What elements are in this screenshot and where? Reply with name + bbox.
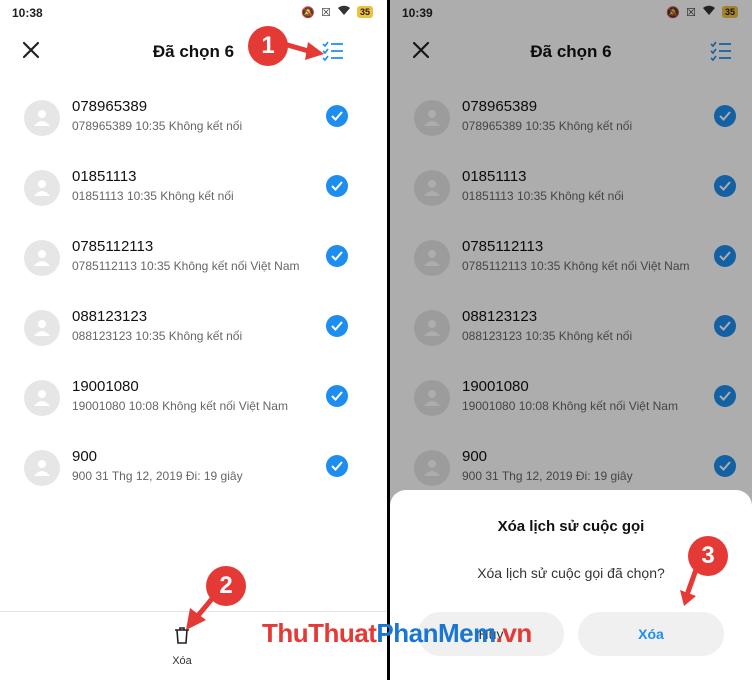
phone-number: 19001080 (72, 378, 139, 395)
phone-number: 078965389 (72, 98, 148, 115)
list-item[interactable]: 900 900 31 Thg 12, 2019 Đi: 19 giây (0, 438, 387, 508)
wifi-icon (337, 5, 351, 19)
watermark-part: ThuThuat (262, 618, 377, 648)
avatar (24, 100, 60, 136)
phone-number: 900 (72, 448, 98, 465)
check-icon (331, 251, 343, 261)
call-detail: 088123123 10:35 Không kết nối (72, 329, 243, 343)
person-icon (34, 180, 50, 196)
checkbox-checked[interactable] (326, 385, 348, 407)
phone-number: 0785112113 (72, 238, 154, 255)
delete-label: Xóa (172, 655, 192, 667)
call-detail: 078965389 10:35 Không kết nối (72, 119, 243, 133)
status-icons: 🔕 ☒ 35 (301, 5, 373, 19)
left-screen: 10:38 🔕 ☒ 35 Đã chọn 6 078965389 0789653… (0, 0, 387, 680)
list-item[interactable]: 088123123 088123123 10:35 Không kết nối (0, 298, 387, 368)
check-icon (331, 111, 343, 121)
check-icon (331, 461, 343, 471)
selection-header: Đã chọn 6 (0, 36, 387, 66)
call-detail: 19001080 10:08 Không kết nối Việt Nam (72, 399, 288, 413)
confirm-delete-button[interactable]: Xóa (578, 612, 724, 656)
avatar (24, 450, 60, 486)
dialog-title: Xóa lịch sử cuộc gọi (497, 518, 645, 535)
checkbox-checked[interactable] (326, 245, 348, 267)
status-bar: 10:38 🔕 ☒ 35 (0, 0, 387, 26)
arrow-icon (282, 41, 324, 60)
avatar (24, 310, 60, 346)
person-icon (34, 250, 50, 266)
person-icon (34, 320, 50, 336)
check-icon (331, 391, 343, 401)
call-detail: 900 31 Thg 12, 2019 Đi: 19 giây (72, 469, 243, 483)
avatar (24, 170, 60, 206)
person-icon (34, 460, 50, 476)
checkbox-checked[interactable] (326, 175, 348, 197)
list-item[interactable]: 01851113 01851113 10:35 Không kết nối (0, 158, 387, 228)
checkbox-checked[interactable] (326, 455, 348, 477)
phone-number: 088123123 (72, 308, 148, 325)
call-detail: 0785112113 10:35 Không kết nối Việt Nam (72, 259, 300, 273)
list-item[interactable]: 0785112113 0785112113 10:35 Không kết nố… (0, 228, 387, 298)
phone-number: 01851113 (72, 168, 137, 185)
checkbox-checked[interactable] (326, 315, 348, 337)
call-detail: 01851113 10:35 Không kết nối (72, 189, 234, 203)
person-icon (34, 110, 50, 126)
avatar (24, 380, 60, 416)
check-icon (331, 181, 343, 191)
person-icon (34, 390, 50, 406)
watermark-part: PhanMem (376, 618, 496, 648)
checkbox-checked[interactable] (326, 105, 348, 127)
arrow-icon (680, 561, 701, 606)
watermark-part: .vn (495, 618, 533, 648)
mute-icon: 🔕 (301, 6, 316, 19)
list-item[interactable]: 078965389 078965389 10:35 Không kết nối (0, 88, 387, 158)
arrow-icon (186, 591, 219, 630)
right-screen: 10:39 🔕 ☒ 35 Đã chọn 6 078965389 0789653… (390, 0, 752, 680)
battery-icon: 35 (356, 6, 373, 18)
avatar (24, 240, 60, 276)
list-item[interactable]: 19001080 19001080 10:08 Không kết nối Vi… (0, 368, 387, 438)
check-icon (331, 321, 343, 331)
watermark: ThuThuatPhanMem.vn (262, 618, 532, 649)
delete-button[interactable]: Xóa (164, 626, 200, 670)
status-time: 10:38 (12, 6, 43, 20)
sim-icon: ☒ (321, 6, 331, 19)
